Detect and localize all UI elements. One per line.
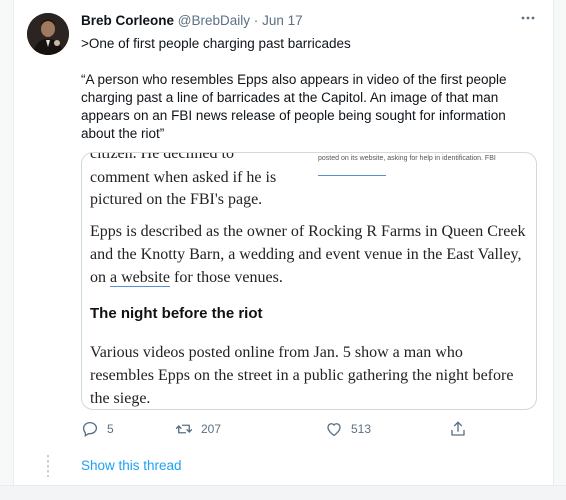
tweet-text-line: >One of first people charging past barri… bbox=[81, 36, 351, 51]
article-clipped-line: citizen. He declined to bbox=[90, 152, 234, 162]
article-subhead: The night before the riot bbox=[90, 305, 263, 322]
retweet-button[interactable]: 207 bbox=[175, 420, 221, 438]
tweet-date[interactable]: Jun 17 bbox=[262, 13, 303, 28]
reply-icon bbox=[81, 420, 99, 438]
media-attachment[interactable]: citizen. He declined to comment when ask… bbox=[81, 152, 537, 410]
user-handle[interactable]: @BrebDaily bbox=[178, 13, 250, 28]
article-left-text: comment when asked if he is pictured on … bbox=[90, 169, 277, 208]
show-thread-link[interactable]: Show this thread bbox=[81, 458, 182, 473]
share-button[interactable] bbox=[449, 420, 467, 438]
separator: · bbox=[253, 13, 259, 28]
like-count: 513 bbox=[351, 422, 372, 436]
retweet-icon bbox=[175, 420, 193, 438]
tweet-header: Breb Corleone @BrebDaily · Jun 17 bbox=[81, 13, 303, 28]
tweet-actions: 5 207 513 bbox=[81, 420, 481, 440]
thread-connector bbox=[47, 455, 49, 477]
article-paragraph-1: Epps is described as the owner of Rockin… bbox=[90, 220, 530, 289]
heart-icon bbox=[325, 420, 343, 438]
reply-count: 5 bbox=[107, 422, 114, 436]
tweet-quote: “A person who resembles Epps also appear… bbox=[81, 72, 507, 141]
display-name[interactable]: Breb Corleone bbox=[81, 13, 174, 28]
avatar[interactable] bbox=[27, 13, 69, 55]
photo-caption: posted on its website, asking for help i… bbox=[318, 155, 496, 162]
reply-button[interactable]: 5 bbox=[81, 420, 114, 438]
article-link: a website bbox=[110, 269, 170, 287]
like-button[interactable]: 513 bbox=[325, 420, 371, 438]
next-tweet-edge bbox=[0, 485, 566, 500]
retweet-count: 207 bbox=[201, 422, 222, 436]
share-icon bbox=[449, 420, 467, 438]
more-horizontal-icon[interactable] bbox=[520, 10, 536, 31]
article-paragraph-2: Various videos posted online from Jan. 5… bbox=[90, 344, 514, 407]
caption-divider bbox=[318, 175, 386, 176]
tweet-text: >One of first people charging past barri… bbox=[81, 35, 531, 143]
article-paragraph-1-end: for those venues. bbox=[169, 269, 283, 286]
